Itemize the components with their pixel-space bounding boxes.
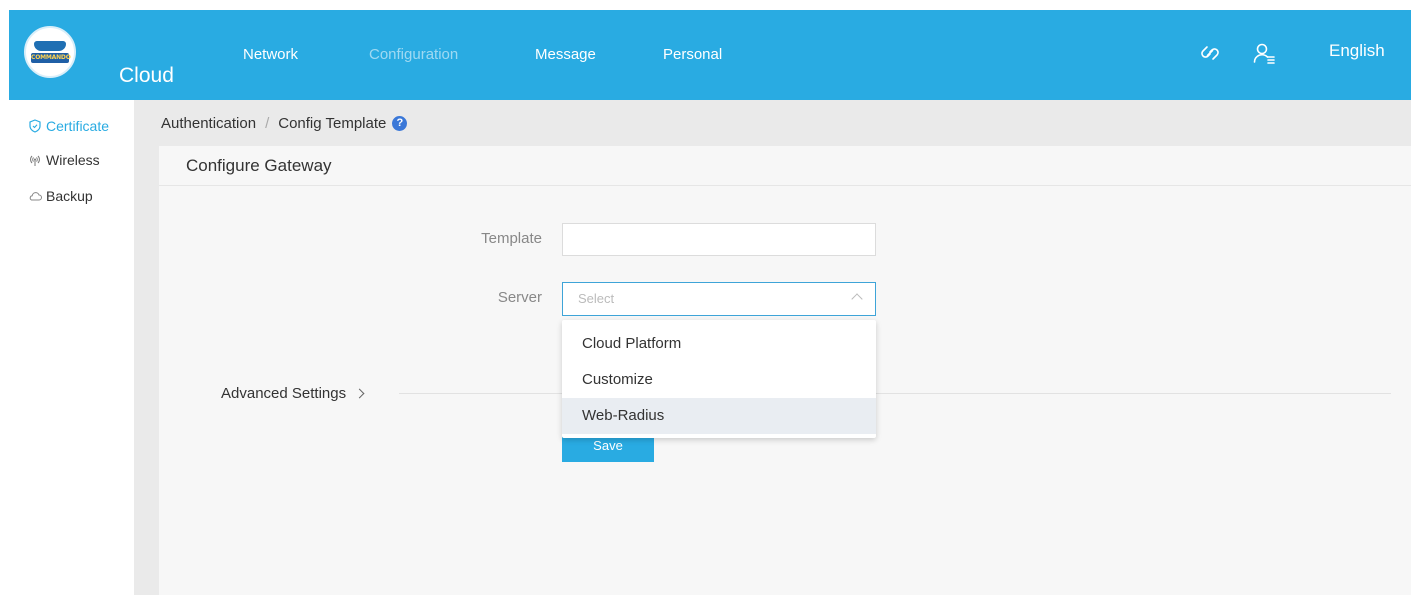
nav-configuration[interactable]: Configuration (369, 46, 458, 63)
server-option-web-radius[interactable]: Web-Radius (562, 398, 876, 434)
divider (399, 393, 1391, 394)
nav-message[interactable]: Message (535, 46, 596, 63)
content-gutter (134, 100, 159, 595)
server-label: Server (497, 289, 542, 306)
eagle-icon (34, 41, 66, 51)
nav-personal[interactable]: Personal (663, 46, 722, 63)
configure-gateway-panel: Configure Gateway Template Server Select… (159, 146, 1411, 595)
logo-emblem: COMMANDO (28, 30, 72, 74)
sidebar-item-label: Wireless (46, 152, 100, 168)
server-dropdown-menu: Cloud Platform Customize Web-Radius (562, 320, 876, 438)
page-title: Configure Gateway (159, 146, 1411, 186)
nav-network[interactable]: Network (243, 46, 298, 63)
language-selector[interactable]: English (1329, 41, 1385, 61)
sidebar-item-certificate[interactable]: Certificate (28, 118, 109, 134)
breadcrumb-parent[interactable]: Authentication (161, 115, 256, 132)
shield-icon (29, 119, 41, 133)
help-icon[interactable]: ? (392, 115, 408, 131)
sidebar-item-backup[interactable]: Backup (28, 188, 93, 204)
logo[interactable]: COMMANDO (24, 26, 76, 78)
breadcrumb-separator: / (265, 114, 270, 132)
server-select[interactable]: Select (562, 282, 876, 316)
cloud-icon (29, 192, 42, 201)
server-option-customize[interactable]: Customize (562, 362, 876, 398)
brand-name: Cloud (119, 64, 174, 87)
chevron-right-icon (354, 388, 365, 399)
advanced-settings-label: Advanced Settings (221, 385, 347, 402)
template-label: Template (481, 230, 542, 247)
link-icon[interactable] (1197, 40, 1223, 66)
template-input[interactable] (562, 223, 876, 256)
wireless-icon (30, 155, 40, 166)
chevron-up-icon (851, 293, 863, 305)
sidebar-item-label: Certificate (46, 118, 110, 134)
user-icon[interactable] (1251, 40, 1277, 66)
top-header: COMMANDO Cloud Network Configuration Mes… (9, 10, 1411, 100)
sidebar: Certificate Wireless Backup (9, 100, 135, 595)
server-select-placeholder: Select (578, 291, 615, 306)
sidebar-item-label: Backup (46, 188, 93, 204)
server-option-cloud-platform[interactable]: Cloud Platform (562, 326, 876, 362)
breadcrumb-current: Config Template (278, 114, 387, 132)
advanced-settings-toggle[interactable]: Advanced Settings (221, 385, 365, 402)
sidebar-item-wireless[interactable]: Wireless (28, 152, 100, 168)
breadcrumb: Authentication / Config Template ? (134, 100, 1411, 146)
logo-text: COMMANDO (31, 53, 71, 63)
